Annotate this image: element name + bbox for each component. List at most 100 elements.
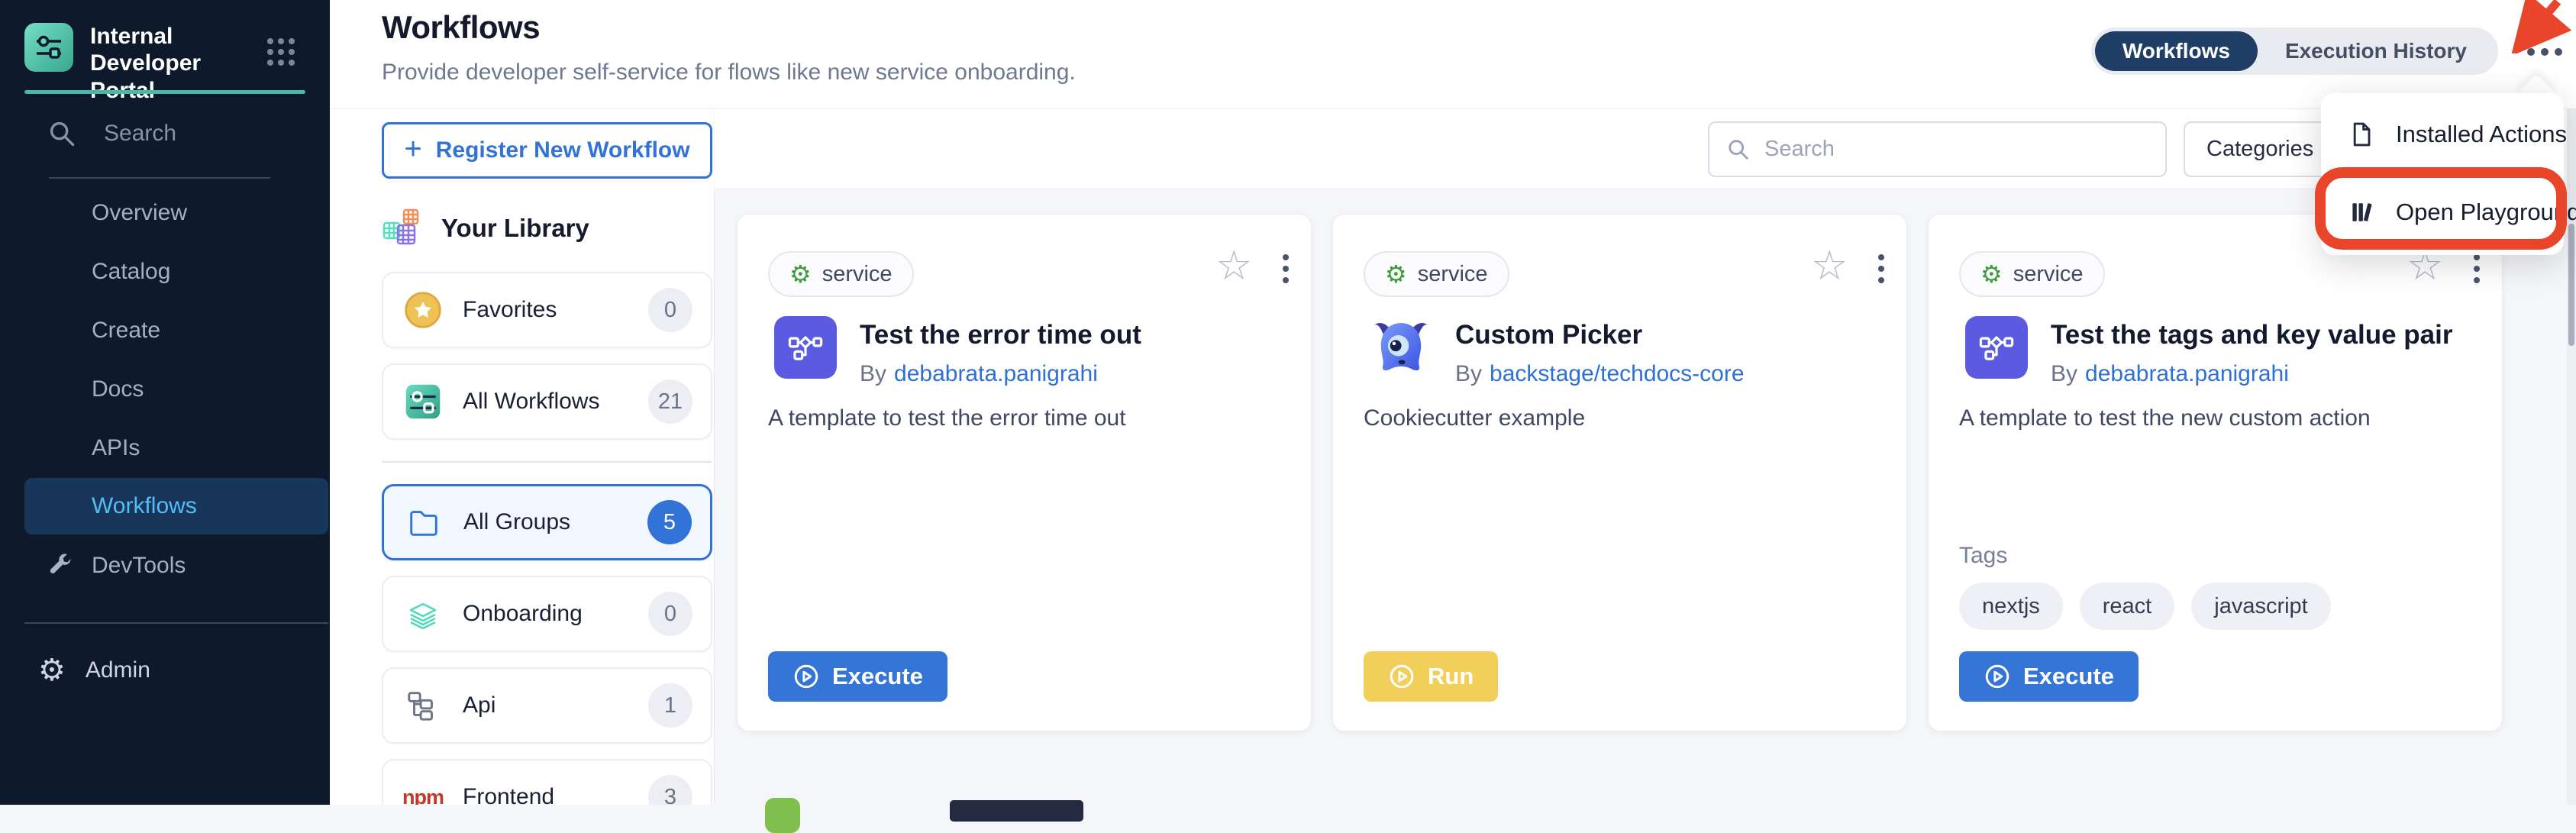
owner-link[interactable]: debabrata.panigrahi (894, 361, 1098, 386)
workflow-title: Test the error time out (860, 320, 1287, 350)
folder-icon (402, 505, 445, 540)
clipped-section-icon (765, 798, 800, 833)
sidebar-item-devtools[interactable]: DevTools (0, 536, 330, 595)
sidebar-item-overview[interactable]: Overview (0, 183, 330, 242)
sidebar-item-catalog[interactable]: Catalog (0, 242, 330, 301)
count-badge: 3 (648, 775, 692, 805)
document-icon (2348, 121, 2376, 148)
owner-link[interactable]: backstage/techdocs-core (1490, 361, 1745, 386)
workflow-description: A template to test the error time out (768, 405, 1280, 431)
workflow-glyph-icon (774, 316, 837, 379)
kebab-menu-icon[interactable] (1878, 254, 1884, 283)
search-input[interactable] (1764, 137, 2148, 162)
books-icon (402, 596, 444, 632)
more-options-menu: Installed Actions Open Playground (2321, 93, 2564, 255)
library-title: Your Library (441, 214, 589, 243)
sidebar-item-apis[interactable]: APIs (0, 418, 330, 477)
page-subtitle: Provide developer self-service for flows… (382, 60, 1076, 86)
view-tabs: Workflows Execution History (2091, 27, 2498, 75)
tab-workflows[interactable]: Workflows (2095, 31, 2258, 71)
star-badge-icon (402, 290, 444, 330)
execute-button[interactable]: Execute (1959, 651, 2139, 702)
tag-chip: react (2080, 583, 2174, 630)
tag-chip: nextjs (1959, 583, 2063, 630)
library-item-all-groups[interactable]: All Groups 5 (382, 484, 712, 560)
your-library: Your Library Favorites 0 (382, 197, 712, 805)
gear-icon: ⚙ (38, 655, 66, 686)
run-button[interactable]: Run (1364, 651, 1498, 702)
workflows-content: Categories ⚙ service ☆ (715, 109, 2576, 805)
workflow-card: ⚙ service ☆ Test the tags and key valu (1928, 214, 2503, 731)
service-gear-icon: ⚙ (789, 262, 812, 286)
library-item-frontend[interactable]: npm Frontend 3 (382, 759, 712, 805)
more-options-button[interactable] (2527, 48, 2562, 56)
library-divider (382, 461, 712, 463)
workflow-owner: Bybackstage/techdocs-core (1455, 361, 1745, 387)
sidebar-divider (24, 622, 328, 624)
cubes-icon (382, 208, 423, 249)
tag-list: nextjs react javascript (1959, 583, 2331, 630)
apps-grid-icon[interactable] (267, 38, 295, 66)
sidebar-nav: Overview Catalog Create Docs APIs Workfl… (0, 183, 330, 595)
workflow-description: Cookiecutter example (1364, 405, 1875, 431)
service-gear-icon: ⚙ (1980, 262, 2003, 286)
library-item-favorites[interactable]: Favorites 0 (382, 272, 712, 348)
workflow-card: ⚙ service ☆ (1332, 214, 1907, 731)
library-header: Your Library (382, 208, 712, 249)
workflow-owner: Bydebabrata.panigrahi (860, 361, 1098, 387)
execute-button[interactable]: Execute (768, 651, 947, 702)
workflow-search[interactable] (1708, 121, 2167, 177)
play-icon (792, 663, 820, 690)
sidebar-item-docs[interactable]: Docs (0, 360, 330, 418)
tab-execution-history[interactable]: Execution History (2258, 31, 2494, 71)
workflow-card: ⚙ service ☆ Test the error time out (737, 214, 1312, 731)
library-item-api[interactable]: Api 1 (382, 667, 712, 744)
sidebar-item-admin[interactable]: ⚙ Admin (38, 655, 150, 686)
library-icon (2348, 199, 2376, 226)
main-area: Workflows Provide developer self-service… (330, 0, 2576, 805)
favorite-star-icon[interactable]: ☆ (1811, 245, 1848, 286)
portal-logo-icon (24, 23, 73, 72)
library-panel: + Register New Workflow Your Library (330, 109, 714, 805)
org-chart-icon (402, 688, 444, 723)
page-title: Workflows (382, 9, 540, 46)
owner-link[interactable]: debabrata.panigrahi (2085, 361, 2289, 386)
register-new-workflow-button[interactable]: + Register New Workflow (382, 122, 712, 179)
menu-item-installed-actions[interactable]: Installed Actions (2348, 121, 2567, 148)
kebab-menu-icon[interactable] (1283, 254, 1289, 283)
wrench-icon (46, 551, 75, 580)
kebab-menu-icon[interactable] (2474, 254, 2480, 283)
workflow-card-grid: ⚙ service ☆ Test the error time out (715, 189, 2576, 805)
play-icon (1984, 663, 2011, 690)
filter-toolbar: Categories (715, 109, 2576, 189)
service-type-chip: ⚙ service (768, 251, 914, 297)
workflow-title: Custom Picker (1455, 320, 1883, 350)
npm-icon: npm (402, 786, 444, 806)
workflow-glyph-icon (1965, 316, 2028, 379)
workflow-title: Test the tags and key value pair (2051, 320, 2478, 350)
search-icon (1726, 137, 1751, 162)
service-type-chip: ⚙ service (1959, 251, 2105, 297)
sidebar-item-workflows[interactable]: Workflows (24, 478, 328, 534)
admin-label: Admin (86, 657, 150, 683)
count-badge: 21 (648, 379, 692, 424)
count-badge: 0 (648, 592, 692, 636)
count-badge: 1 (648, 683, 692, 728)
sidebar-divider (49, 177, 270, 179)
tags-label: Tags (1959, 543, 2007, 569)
sidebar-search[interactable]: Search (47, 119, 176, 148)
menu-item-open-playground[interactable]: Open Playground (2348, 199, 2576, 226)
library-item-all-workflows[interactable]: All Workflows 21 (382, 363, 712, 440)
workflow-owner: Bydebabrata.panigrahi (2051, 361, 2289, 387)
favorite-star-icon[interactable]: ☆ (1215, 245, 1252, 286)
monster-icon (1370, 316, 1432, 379)
library-item-onboarding[interactable]: Onboarding 0 (382, 576, 712, 652)
page-header: Workflows Provide developer self-service… (330, 0, 2576, 109)
sidebar-item-create[interactable]: Create (0, 301, 330, 360)
scrollbar-thumb[interactable] (2568, 224, 2574, 346)
workflow-description: A template to test the new custom action (1959, 405, 2471, 431)
plus-icon: + (404, 132, 421, 166)
service-gear-icon: ⚙ (1385, 262, 1407, 286)
play-icon (1388, 663, 1416, 690)
count-badge: 5 (647, 500, 692, 544)
